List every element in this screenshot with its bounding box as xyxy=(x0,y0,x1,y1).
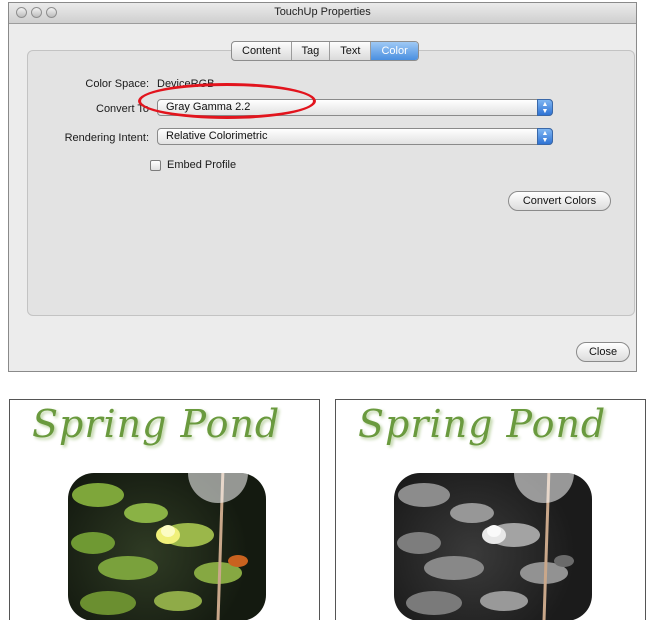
lily-pad-image-grayscale xyxy=(397,473,574,620)
pond-photo-grayscale xyxy=(394,473,592,620)
color-sample-panel: Spring Pond xyxy=(9,399,320,620)
convert-to-value: Gray Gamma 2.2 xyxy=(166,101,251,113)
window-title: TouchUp Properties xyxy=(274,6,371,18)
color-space-label: Color Space: xyxy=(85,78,149,90)
touchup-properties-window: TouchUp Properties Content Tag Text Colo… xyxy=(8,2,637,372)
tab-tag[interactable]: Tag xyxy=(292,42,331,60)
rendering-intent-popup[interactable]: Relative Colorimetric ▲ ▼ xyxy=(157,128,553,145)
pond-photo xyxy=(68,473,266,620)
color-space-value: DeviceRGB xyxy=(157,78,215,90)
embed-profile-checkbox[interactable] xyxy=(150,160,161,171)
rendering-intent-label: Rendering Intent: xyxy=(64,132,149,144)
convert-to-label: Convert To xyxy=(96,103,149,115)
popup-arrows-icon: ▲ ▼ xyxy=(537,99,553,116)
convert-to-popup[interactable]: Gray Gamma 2.2 ▲ ▼ xyxy=(157,99,553,116)
title-bar: TouchUp Properties xyxy=(9,3,636,24)
convert-colors-button[interactable]: Convert Colors xyxy=(508,191,611,211)
popup-arrows-icon: ▲ ▼ xyxy=(537,128,553,145)
lily-pad-image xyxy=(71,473,248,620)
tab-content[interactable]: Content xyxy=(232,42,292,60)
close-button[interactable]: Close xyxy=(576,342,630,362)
sample-title: Spring Pond xyxy=(32,402,281,446)
tab-bar: Content Tag Text Color xyxy=(231,41,419,61)
grayscale-sample-panel: Spring Pond xyxy=(335,399,646,620)
rendering-intent-value: Relative Colorimetric xyxy=(166,130,268,142)
tab-color[interactable]: Color xyxy=(371,42,418,60)
sample-title: Spring Pond xyxy=(358,402,607,446)
embed-profile-label: Embed Profile xyxy=(167,159,237,171)
tab-text[interactable]: Text xyxy=(330,42,372,60)
